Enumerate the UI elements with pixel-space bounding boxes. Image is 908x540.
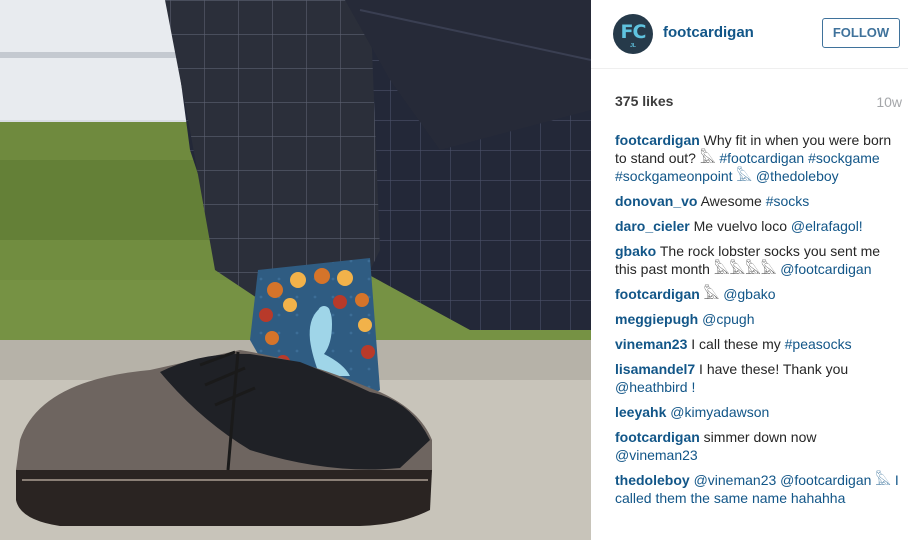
avatar-logo-text: FC (620, 21, 647, 43)
comment-tags[interactable]: @cpugh (702, 311, 754, 327)
comment-item: thedoleboy @vineman23 @footcardigan 𓅓 I … (615, 471, 902, 507)
comment-tags[interactable]: @kimyadawson (670, 404, 769, 420)
likes-count[interactable]: 375 likes (615, 93, 673, 109)
comment-tags[interactable]: @vineman23 (615, 447, 698, 463)
comment-item: footcardigan simmer down now @vineman23 (615, 428, 902, 464)
comment-username[interactable]: lisamandel7 (615, 361, 695, 377)
comment-username[interactable]: footcardigan (615, 132, 700, 148)
comment-username[interactable]: footcardigan (615, 429, 700, 445)
comment-username[interactable]: donovan_vo (615, 193, 697, 209)
comment-text: Awesome (700, 193, 762, 209)
comment-item: lisamandel7 I have these! Thank you @hea… (615, 360, 902, 396)
comment-text: I have these! Thank you (699, 361, 849, 377)
post-photo (0, 0, 591, 540)
post-age[interactable]: 10w (876, 94, 902, 110)
comment-list: footcardigan Why fit in when you were bo… (615, 131, 902, 514)
post-side-panel: FC JL footcardigan FOLLOW 375 likes 10w … (591, 0, 908, 540)
comment-username[interactable]: gbako (615, 243, 656, 259)
comment-item: meggiepugh @cpugh (615, 310, 902, 328)
comment-text: I call these my (691, 336, 781, 352)
comment-tags[interactable]: @footcardigan (780, 261, 871, 277)
comment-username[interactable]: thedoleboy (615, 472, 690, 488)
comment-username[interactable]: leeyahk (615, 404, 666, 420)
comment-item: gbako The rock lobster socks you sent me… (615, 242, 902, 278)
comment-tags[interactable]: @gbako (723, 286, 775, 302)
post-header: FC JL footcardigan FOLLOW (591, 0, 908, 69)
comment-item: footcardigan Why fit in when you were bo… (615, 131, 902, 185)
comment-tags[interactable]: #socks (766, 193, 810, 209)
comment-username[interactable]: daro_cieler (615, 218, 690, 234)
comment-item: donovan_vo Awesome #socks (615, 192, 902, 210)
sock-photo-illustration (0, 0, 591, 540)
comment-tags[interactable]: @heathbird ! (615, 379, 695, 395)
comment-username[interactable]: vineman23 (615, 336, 687, 352)
comment-item: footcardigan 𓅓 @gbako (615, 285, 902, 303)
account-username[interactable]: footcardigan (663, 24, 754, 41)
comment-item: leeyahk @kimyadawson (615, 403, 902, 421)
comment-text: Me vuelvo loco (693, 218, 787, 234)
comment-username[interactable]: footcardigan (615, 286, 700, 302)
comment-item: vineman23 I call these my #peasocks (615, 335, 902, 353)
comment-username[interactable]: meggiepugh (615, 311, 698, 327)
comment-tags[interactable]: #peasocks (785, 336, 852, 352)
follow-button[interactable]: FOLLOW (822, 18, 900, 48)
comment-item: daro_cieler Me vuelvo loco @elrafagol! (615, 217, 902, 235)
comment-text: simmer down now (703, 429, 817, 445)
comment-text: 𓅓 (703, 286, 720, 302)
comment-tags[interactable]: @elrafagol! (791, 218, 863, 234)
avatar-logo-subtext: JL (630, 43, 636, 49)
avatar[interactable]: FC JL (613, 14, 653, 54)
